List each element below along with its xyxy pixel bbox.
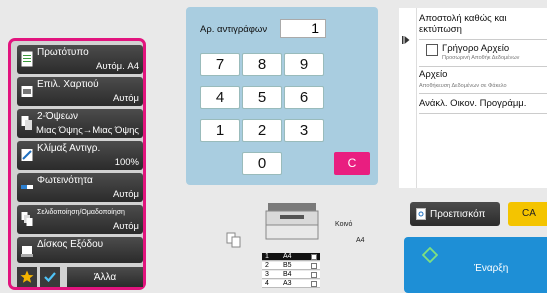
paper-select-icon	[21, 86, 33, 97]
output-sort-icon	[226, 232, 241, 248]
key-7[interactable]: 7	[200, 53, 240, 76]
quick-file-subtitle: Προσωρινή Αποθήκ Δεδομένων	[442, 55, 520, 61]
sort-group-icon	[21, 212, 33, 226]
zoom-title: Κλίμαξ Αντιγρ.	[37, 143, 101, 154]
duplex-title: 2-Όψεων	[37, 111, 79, 122]
copies-input[interactable]: 1	[280, 19, 326, 38]
output-tray-icon	[21, 246, 33, 257]
zoom-value: 100%	[114, 157, 139, 168]
divider	[419, 66, 547, 67]
quick-file-label[interactable]: Γρήγορο Αρχείο	[442, 43, 509, 54]
key-2[interactable]: 2	[242, 119, 282, 142]
panel-toggle-icon[interactable]	[402, 35, 410, 45]
exposure-title: Φωτεινότητα	[37, 175, 93, 186]
sort-group-title: Σελιδοποίηση/Ομαδοποίηση	[37, 209, 125, 216]
tray-number: 4	[265, 280, 269, 287]
exposure-value: Αυτόμ	[112, 189, 139, 200]
exposure-button[interactable]: Φωτεινότητα Αυτόμ	[17, 173, 143, 202]
tray-size: A3	[283, 280, 292, 287]
start-label: Έναρξη	[474, 263, 509, 274]
key-8[interactable]: 8	[242, 53, 282, 76]
key-3[interactable]: 3	[284, 119, 324, 142]
key-9[interactable]: 9	[284, 53, 324, 76]
duplex-button[interactable]: 2-Όψεων Μιας Όψης→Μιας Όψης	[17, 109, 143, 138]
duplex-icon	[21, 116, 32, 130]
divider	[419, 93, 547, 94]
original-icon	[21, 51, 33, 67]
tray-row[interactable]: 1 A4	[262, 253, 320, 261]
preview-label: Προεπισκόπ	[430, 208, 486, 220]
preview-button[interactable]: Προεπισκόπ	[410, 202, 500, 226]
file-action[interactable]: Αρχείο	[419, 69, 447, 80]
paper-select-button[interactable]: Επιλ. Χαρτιού Αυτόμ	[17, 77, 143, 106]
others-button[interactable]: Άλλα	[67, 267, 143, 287]
copies-keypad: Αρ. αντιγράφων 1 7 8 9 4 5 6 1 2 3 0 C	[186, 7, 378, 185]
copies-label: Αρ. αντιγράφων	[200, 24, 268, 35]
clear-all-button[interactable]: CA	[508, 202, 547, 226]
paper-select-title: Επιλ. Χαρτιού	[37, 79, 99, 90]
key-1[interactable]: 1	[200, 119, 240, 142]
star-icon	[20, 270, 34, 283]
checklist-button[interactable]	[40, 267, 60, 287]
tray-status-box	[311, 254, 317, 260]
tray-size: B5	[283, 262, 292, 269]
tray-row[interactable]: 2 B5	[262, 262, 320, 270]
divider	[419, 39, 547, 40]
tray-row[interactable]: 4 A3	[262, 280, 320, 288]
panel-divider	[416, 8, 417, 188]
exposure-icon	[21, 185, 33, 189]
output-tray-button[interactable]: Δίσκος Εξόδου	[17, 237, 143, 263]
key-0[interactable]: 0	[242, 152, 282, 175]
send-and-print-action[interactable]: Αποστολή καθώς και εκτύπωση	[419, 13, 539, 35]
original-value: Αυτόμ. A4	[96, 61, 139, 72]
key-6[interactable]: 6	[284, 86, 324, 109]
paper-size-label: A4	[356, 237, 365, 244]
recall-eco-program-action[interactable]: Ανάκλ. Οικον. Προγράμμ.	[419, 98, 526, 109]
sort-group-value: Αυτόμ	[112, 221, 139, 232]
divider	[419, 113, 547, 114]
duplex-value: Μιας Όψης→Μιας Όψης	[36, 125, 139, 136]
paper-type-label: Κοινό	[335, 221, 353, 228]
start-icon	[422, 247, 438, 263]
clear-button[interactable]: C	[334, 152, 370, 175]
key-4[interactable]: 4	[200, 86, 240, 109]
key-5[interactable]: 5	[242, 86, 282, 109]
sort-group-button[interactable]: Σελιδοποίηση/Ομαδοποίηση Αυτόμ	[17, 205, 143, 234]
tray-status-box	[311, 272, 317, 278]
copier-machine-icon	[265, 203, 319, 240]
paper-select-value: Αυτόμ	[112, 93, 139, 104]
tray-status-box	[311, 263, 317, 269]
start-button[interactable]: Έναρξη	[404, 237, 547, 293]
tray-number: 2	[265, 262, 269, 269]
tray-number: 3	[265, 271, 269, 278]
output-tray-title: Δίσκος Εξόδου	[37, 239, 104, 250]
tray-row[interactable]: 3 B4	[262, 271, 320, 279]
preview-icon	[416, 208, 426, 220]
favorite-button[interactable]	[17, 267, 37, 287]
tray-status-box	[311, 281, 317, 287]
original-button[interactable]: Πρωτότυπο Αυτόμ. A4	[17, 45, 143, 74]
tray-size: B4	[283, 271, 292, 278]
function-panel: Πρωτότυπο Αυτόμ. A4 Επιλ. Χαρτιού Αυτόμ …	[8, 38, 146, 290]
check-icon	[44, 272, 56, 283]
zoom-icon	[21, 149, 33, 161]
file-subtitle: Αποθήκευση Δεδομένων σε Φάκελο	[419, 83, 507, 89]
original-title: Πρωτότυπο	[37, 47, 89, 58]
zoom-button[interactable]: Κλίμαξ Αντιγρ. 100%	[17, 141, 143, 170]
tray-size: A4	[283, 253, 292, 260]
tray-number: 1	[265, 253, 269, 260]
quick-file-checkbox[interactable]	[426, 44, 438, 56]
